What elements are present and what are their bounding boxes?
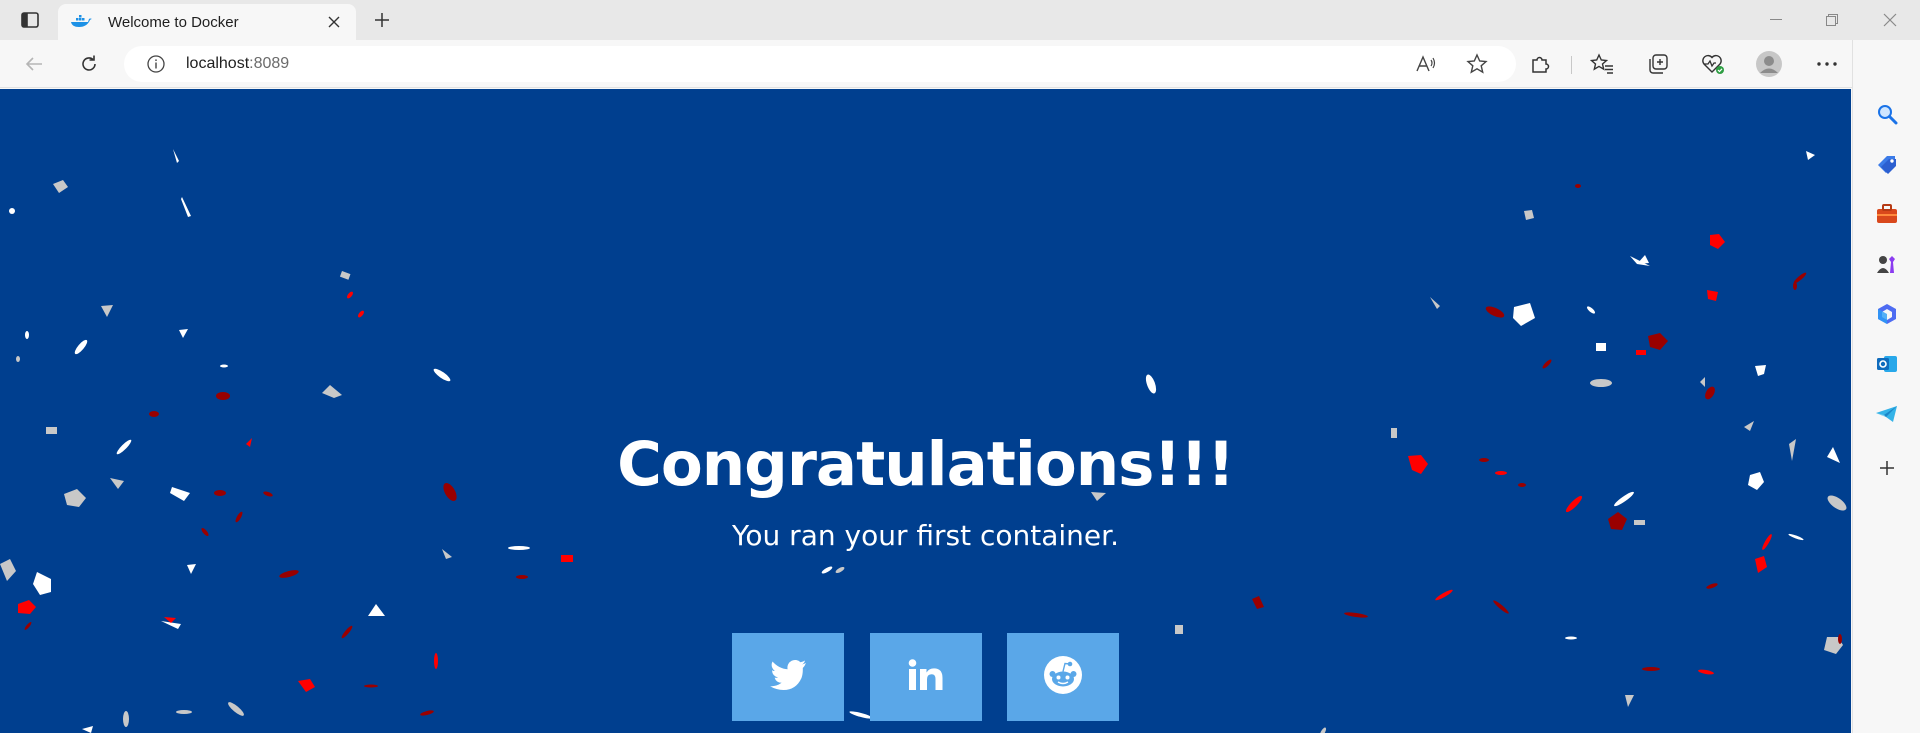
twitter-bird-icon	[769, 659, 807, 696]
microsoft-365-icon[interactable]	[1867, 296, 1907, 332]
url-host: localhost	[186, 55, 250, 72]
edge-sidebar	[1852, 40, 1920, 733]
add-sidebar-app-plus-icon[interactable]	[1867, 450, 1907, 486]
collections-icon[interactable]	[1640, 48, 1676, 80]
puzzle-icon[interactable]	[1522, 48, 1558, 80]
title-bar: Welcome to Docker	[0, 0, 1920, 40]
telegram-icon[interactable]	[1867, 396, 1907, 432]
toolbar-divider	[1571, 56, 1572, 74]
navigation-bar: localhost:8089	[0, 40, 1920, 88]
search-icon[interactable]	[1867, 96, 1907, 132]
minimize-icon[interactable]	[1748, 0, 1804, 40]
close-tab-icon[interactable]	[324, 12, 344, 32]
url-text[interactable]: localhost:8089	[186, 55, 289, 73]
outlook-icon[interactable]	[1867, 346, 1907, 382]
address-bar[interactable]: localhost:8089	[124, 46, 1516, 82]
restore-icon[interactable]	[1804, 0, 1860, 40]
reddit-share-button[interactable]	[1007, 633, 1119, 721]
tools-briefcase-icon[interactable]	[1867, 196, 1907, 232]
info-icon[interactable]	[146, 54, 166, 74]
star-icon[interactable]	[1464, 52, 1490, 76]
congratulations-heading: Congratulations!!!	[617, 429, 1235, 500]
window-close-icon[interactable]	[1862, 0, 1918, 40]
url-port: :8089	[249, 55, 290, 72]
twitter-share-button[interactable]	[732, 633, 844, 721]
browser-tab[interactable]: Welcome to Docker	[58, 4, 356, 40]
reddit-alien-icon	[1043, 655, 1083, 700]
games-icon[interactable]	[1867, 246, 1907, 282]
shopping-tag-icon[interactable]	[1867, 146, 1907, 182]
page-content: Congratulations!!! You ran your first co…	[0, 89, 1851, 733]
heart-pulse-icon[interactable]	[1695, 48, 1731, 80]
linkedin-icon	[908, 658, 944, 696]
back-arrow-icon[interactable]	[16, 48, 52, 80]
refresh-icon[interactable]	[71, 48, 107, 80]
new-tab-plus-icon[interactable]	[368, 6, 396, 34]
tab-actions-icon[interactable]	[14, 8, 46, 32]
linkedin-share-button[interactable]	[870, 633, 982, 721]
profile-avatar-icon[interactable]	[1751, 48, 1787, 80]
favorites-icon[interactable]	[1584, 48, 1620, 80]
more-dots-icon[interactable]	[1809, 48, 1845, 80]
docker-whale-icon	[70, 14, 92, 30]
read-aloud-icon[interactable]	[1413, 52, 1439, 76]
tab-title: Welcome to Docker	[108, 13, 239, 31]
first-container-message: You ran your first container.	[732, 519, 1119, 552]
